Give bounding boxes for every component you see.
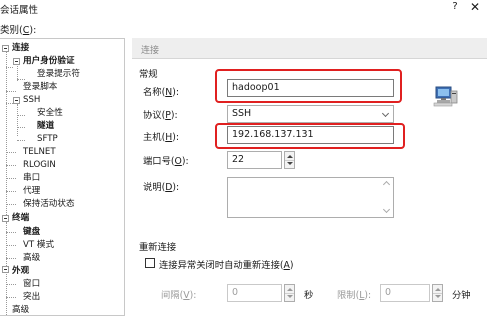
- port-label: 端口号(O):: [143, 156, 189, 167]
- collapse-icon[interactable]: [2, 215, 9, 222]
- panel-header: 连接: [132, 38, 487, 59]
- tree-item-security[interactable]: 安全性: [37, 107, 63, 119]
- limit-label: 限制(L):: [337, 290, 372, 301]
- chevron-down-icon: [381, 109, 390, 118]
- close-button[interactable]: ✕: [468, 0, 482, 14]
- tree-item-ssh[interactable]: SSH: [23, 94, 40, 106]
- tree-item-authentication[interactable]: 用户身份验证: [23, 55, 75, 67]
- panel-header-title: 连接: [141, 46, 160, 56]
- highlight-box: [215, 123, 405, 149]
- tree-item-tunnel[interactable]: 隧道: [37, 120, 54, 132]
- auto-reconnect-checkbox[interactable]: [145, 258, 155, 268]
- tree-item-keyboard[interactable]: 键盘: [23, 226, 40, 238]
- collapse-icon[interactable]: [13, 58, 20, 65]
- port-input[interactable]: 22: [227, 151, 282, 169]
- name-label: 名称(N):: [143, 87, 179, 98]
- scroll-down-icon[interactable]: [382, 205, 391, 214]
- interval-unit: 秒: [304, 290, 314, 301]
- tree-item-terminal-advanced[interactable]: 高级: [23, 252, 40, 264]
- tree-item-appearance[interactable]: 外观: [12, 265, 29, 277]
- description-label: 说明(D):: [143, 182, 180, 193]
- tree-item-highlight[interactable]: 突出: [23, 291, 40, 303]
- tree-item-connection[interactable]: 连接: [12, 42, 29, 54]
- tree-item-rlogin[interactable]: RLOGIN: [23, 159, 56, 171]
- arrow-down-icon: [435, 295, 441, 298]
- limit-unit: 分钟: [452, 290, 471, 301]
- interval-spinner[interactable]: [284, 284, 295, 302]
- port-spinner[interactable]: [284, 151, 295, 169]
- tree-item-login-script[interactable]: 登录脚本: [23, 81, 57, 93]
- tree-item-keepalive[interactable]: 保持活动状态: [23, 198, 75, 210]
- collapse-icon[interactable]: [2, 45, 9, 52]
- interval-input[interactable]: 0: [227, 284, 282, 302]
- description-textarea[interactable]: [227, 177, 394, 218]
- session-computer-icon: [433, 85, 459, 107]
- connection-panel: 连接 常规 名称(N): hadoop01 协议(P): SSH 主机(H): …: [132, 38, 487, 316]
- tree-item-login-prompt[interactable]: 登录提示符: [37, 68, 80, 80]
- tree-item-vt-mode[interactable]: VT 模式: [23, 239, 54, 251]
- collapse-icon[interactable]: [2, 266, 9, 273]
- protocol-label: 协议(P):: [143, 110, 178, 121]
- tree-item-window[interactable]: 窗口: [23, 278, 40, 290]
- general-section-title: 常规: [139, 69, 158, 80]
- protocol-select[interactable]: SSH: [227, 105, 394, 123]
- auto-reconnect-label[interactable]: 连接异常关闭时自动重新连接(A): [159, 257, 294, 271]
- tree-item-appearance-advanced[interactable]: 高级: [12, 304, 29, 315]
- tree-item-serial[interactable]: 串口: [23, 172, 40, 184]
- tree-item-terminal[interactable]: 终端: [12, 212, 29, 224]
- help-button[interactable]: ?: [448, 1, 462, 12]
- arrow-up-icon: [435, 288, 441, 291]
- tree-item-telnet[interactable]: TELNET: [23, 146, 56, 158]
- highlight-box: [215, 69, 402, 103]
- category-label: 类别(C):: [0, 25, 37, 36]
- arrow-down-icon: [287, 162, 293, 165]
- arrow-down-icon: [287, 295, 293, 298]
- scroll-up-icon[interactable]: [382, 180, 391, 189]
- tree-item-sftp[interactable]: SFTP: [37, 133, 58, 145]
- arrow-up-icon: [287, 155, 293, 158]
- reconnect-section-title: 重新连接: [139, 242, 177, 253]
- tree-item-proxy[interactable]: 代理: [23, 185, 40, 197]
- arrow-up-icon: [287, 288, 293, 291]
- collapse-icon[interactable]: [13, 97, 20, 104]
- host-label: 主机(H):: [143, 132, 179, 143]
- limit-spinner[interactable]: [432, 284, 443, 302]
- window-title: 会话属性: [0, 5, 39, 16]
- category-tree[interactable]: 连接 用户身份验证 登录提示符 登录脚本 SSH 安全性 隧道 SFTP TEL…: [0, 38, 125, 316]
- limit-input[interactable]: 0: [380, 284, 430, 302]
- title-bar: 会话属性 ? ✕: [0, 0, 487, 18]
- interval-label: 间隔(V):: [161, 290, 197, 301]
